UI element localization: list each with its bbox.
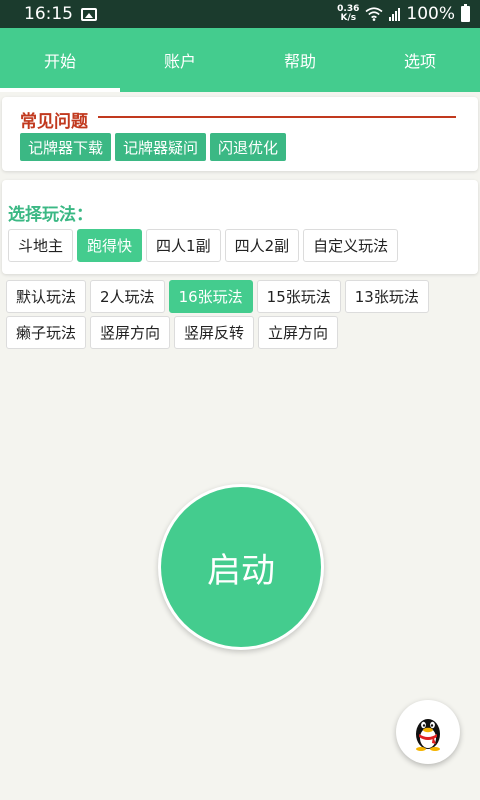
tracker-download-button[interactable]: 记牌器下载 — [20, 133, 112, 161]
status-bar: 16:15 0.36 K/s 100% — [0, 0, 480, 28]
mode-option-doudizhu[interactable]: 斗地主 — [8, 229, 74, 262]
signal-icon — [389, 7, 401, 21]
sub-options-row-2: 癞子玩法 竖屏方向 竖屏反转 立屏方向 — [6, 316, 339, 349]
start-button-ring: 启动 — [158, 484, 324, 650]
faq-title: 常见问题 — [20, 112, 88, 132]
sub-option-default[interactable]: 默认玩法 — [6, 280, 87, 313]
tab-help[interactable]: 帮助 — [240, 28, 360, 92]
tab-start[interactable]: 开始 — [0, 28, 120, 92]
qq-fab-button[interactable] — [396, 700, 460, 764]
mode-card: 选择玩法： 斗地主 跑得快 四人1副 四人2副 自定义玩法 — [2, 180, 478, 274]
battery-icon — [461, 4, 470, 22]
mode-options: 斗地主 跑得快 四人1副 四人2副 自定义玩法 — [8, 229, 399, 262]
sub-option-15-cards[interactable]: 15张玩法 — [256, 280, 341, 313]
sub-option-two-player[interactable]: 2人玩法 — [90, 280, 165, 313]
tracker-questions-button[interactable]: 记牌器疑问 — [115, 133, 207, 161]
mode-title: 选择玩法： — [8, 205, 93, 225]
mode-option-four-one-deck[interactable]: 四人1副 — [146, 229, 221, 262]
sub-option-13-cards[interactable]: 13张玩法 — [344, 280, 429, 313]
qq-penguin-icon — [416, 719, 440, 751]
image-icon — [81, 7, 97, 21]
sub-options-row-1: 默认玩法 2人玩法 16张玩法 15张玩法 13张玩法 — [6, 280, 429, 313]
sub-option-portrait[interactable]: 竖屏方向 — [90, 316, 171, 349]
mode-option-four-two-decks[interactable]: 四人2副 — [224, 229, 300, 262]
crash-fix-button[interactable]: 闪退优化 — [210, 133, 287, 161]
net-speed: 0.36 K/s — [337, 5, 359, 23]
battery-percent: 100% — [406, 4, 455, 24]
sub-option-16-cards[interactable]: 16张玩法 — [168, 280, 253, 313]
net-speed-unit: K/s — [340, 13, 357, 23]
tab-account[interactable]: 账户 — [120, 28, 240, 92]
tab-bar: 开始 账户 帮助 选项 — [0, 28, 480, 92]
sub-option-portrait-reverse[interactable]: 竖屏反转 — [174, 316, 255, 349]
mode-option-paodekuai[interactable]: 跑得快 — [77, 229, 143, 262]
wifi-icon — [365, 7, 383, 21]
status-indicators: 0.36 K/s 100% — [337, 4, 470, 24]
sub-option-wildcard[interactable]: 癞子玩法 — [6, 316, 87, 349]
faq-buttons: 记牌器下载 记牌器疑问 闪退优化 — [20, 133, 287, 161]
faq-divider — [98, 116, 456, 118]
status-time: 16:15 — [24, 4, 73, 24]
faq-card: 常见问题 记牌器下载 记牌器疑问 闪退优化 — [2, 97, 478, 171]
sub-option-upright[interactable]: 立屏方向 — [258, 316, 339, 349]
start-button[interactable]: 启动 — [161, 487, 321, 647]
mode-option-custom[interactable]: 自定义玩法 — [303, 229, 399, 262]
tab-options[interactable]: 选项 — [360, 28, 480, 92]
